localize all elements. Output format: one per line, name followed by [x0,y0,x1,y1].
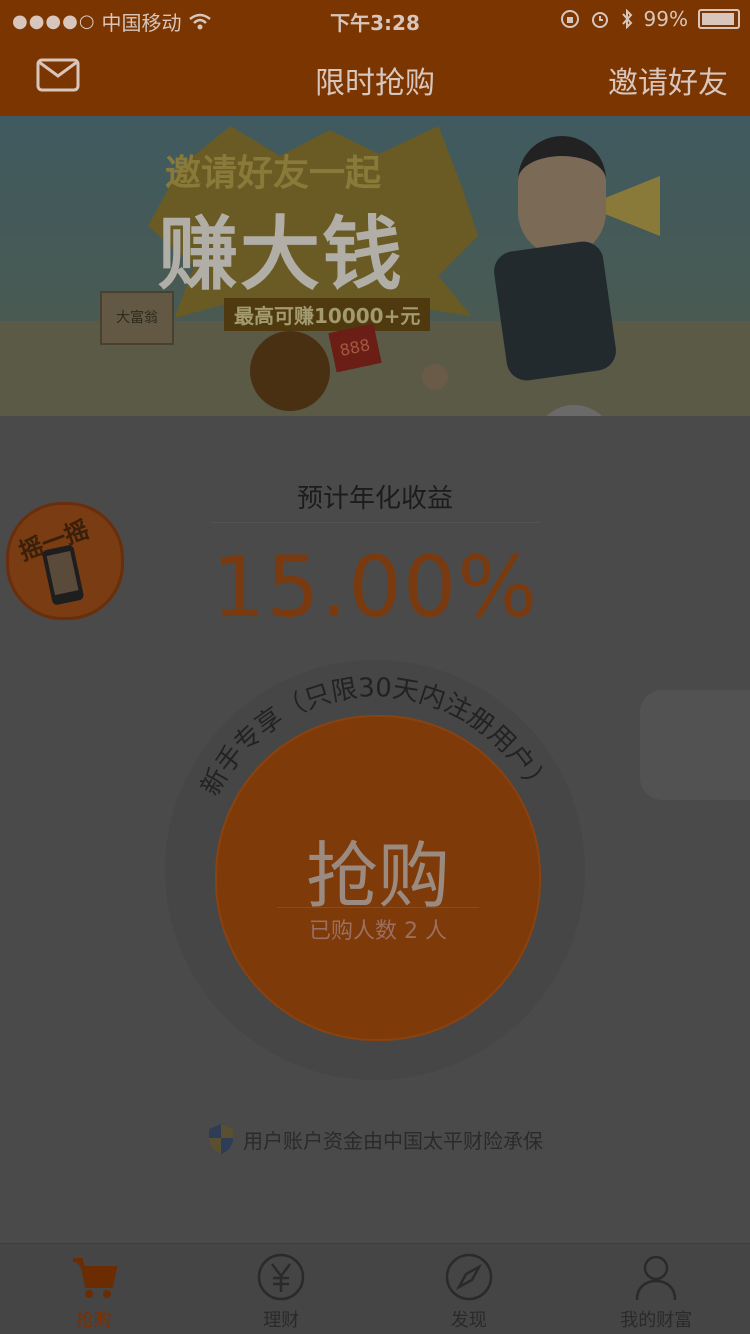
tab-buy[interactable]: 抢购 [0,1244,188,1334]
banner-headline-main: 赚大钱 [158,208,404,301]
expected-yield-label: 预计年化收益 [296,484,453,514]
navigation-bar: 限时抢购 邀请好友 [0,40,750,116]
cartoon-girl [250,331,330,411]
cartoon-man-head [518,136,606,256]
expected-yield-value: 15.00% [211,538,539,636]
insurance-note: 用户账户资金由中国太平财险承保 [0,1122,750,1156]
lock-rotation-icon [560,10,579,28]
yen-icon [258,1253,305,1301]
tab-discover[interactable]: 发现 [375,1244,563,1334]
cartoon-man-body [491,238,619,384]
battery-percent: 99% [643,7,688,31]
user-icon [636,1255,677,1301]
tab-my-wealth-label: 我的财富 [620,1310,693,1331]
tab-finance-label: 理财 [263,1310,300,1331]
alarm-icon [591,12,608,28]
bluetooth-icon [621,9,632,29]
banner-headline-top: 邀请好友一起 [165,153,382,194]
insurance-text: 用户账户资金由中国太平财险承保 [243,1128,543,1153]
cartoon-kid [422,364,448,390]
battery-icon [698,9,740,29]
tab-bar: 抢购 理财 发现 我的财富 [0,1243,750,1334]
banner-signpost: 大富翁 [100,291,174,345]
tab-buy-label: 抢购 [75,1310,112,1331]
side-floating-tab[interactable] [640,690,750,800]
invite-friends-button[interactable]: 邀请好友 [608,58,728,102]
buy-button[interactable]: 抢购 已购人数 2 人 [215,715,541,1041]
tab-my-wealth[interactable]: 我的财富 [563,1244,750,1334]
tab-discover-label: 发现 [450,1310,487,1331]
yield-divider [210,522,540,523]
buyers-count: 已购人数 2 人 [309,919,447,944]
banner-subline: 最高可赚10000+元 [224,298,431,331]
tab-finance[interactable]: 理财 [188,1244,376,1334]
status-bar: ●●●●○ 中国移动 下午3:28 99% [0,0,750,40]
shield-icon [209,1124,233,1154]
promo-banner[interactable]: 邀请好友一起 赚大钱 最高可赚10000+元 大富翁 888 [0,116,750,416]
compass-icon [445,1253,492,1301]
buy-button-divider [277,907,479,908]
cart-icon [72,1258,118,1298]
